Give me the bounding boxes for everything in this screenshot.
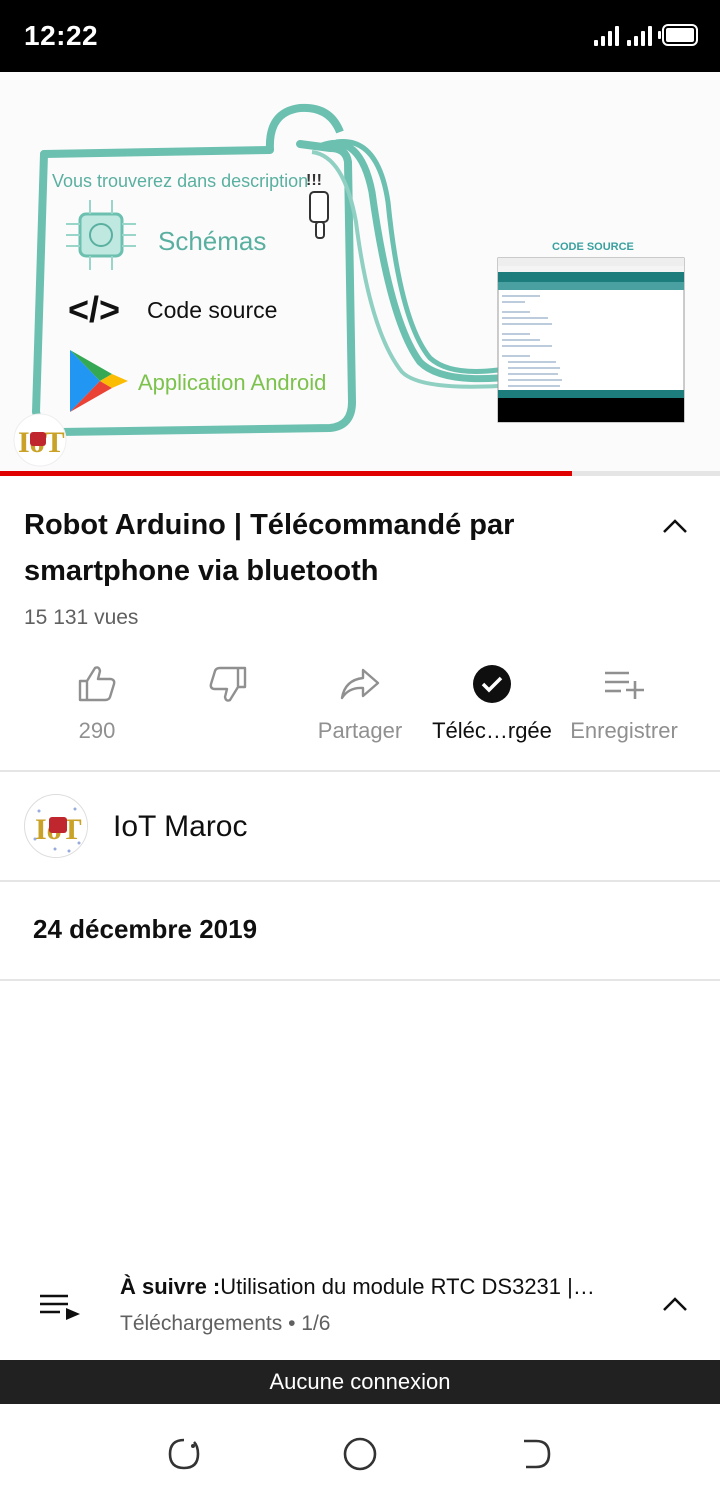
share-button[interactable]: Partager <box>294 656 426 744</box>
like-icon <box>78 666 116 702</box>
divider <box>0 979 720 981</box>
up-next-title: À suivre :Utilisation du module RTC DS32… <box>120 1274 620 1300</box>
status-bar: 12:22 <box>0 0 720 72</box>
channel-name: IoT Maroc <box>113 810 248 843</box>
up-next-playlist: Téléchargements • 1/6 <box>120 1312 331 1335</box>
thumb-item-code: Code source <box>147 297 277 323</box>
download-done-icon <box>473 665 511 703</box>
thumb-item-android: Application Android <box>138 370 326 395</box>
share-icon <box>340 668 380 700</box>
no-connection-banner: Aucune connexion <box>0 1360 720 1404</box>
back-icon[interactable] <box>516 1434 556 1474</box>
thumb-exclaim: !!! <box>306 172 322 189</box>
download-label: Téléc…rgée <box>432 718 552 743</box>
signal-icon <box>594 24 619 46</box>
view-count: 15 131 vues <box>24 606 139 629</box>
channel-row[interactable]: IoT IoT Maroc <box>0 772 720 880</box>
video-player[interactable]: Vous trouverez dans description !!! Sché… <box>0 72 720 476</box>
thumb-item-schemas: Schémas <box>158 226 266 256</box>
iot-avatar-logo: IoT <box>26 796 87 857</box>
share-label: Partager <box>317 718 403 743</box>
video-progress-bar[interactable] <box>0 471 720 476</box>
video-title: Robot Arduino | Télécommandé par smartph… <box>24 509 515 587</box>
download-button[interactable]: Téléc…rgée <box>426 656 558 744</box>
iot-logo: IoT <box>13 413 67 467</box>
video-thumbnail: Vous trouverez dans description !!! Sché… <box>0 72 720 476</box>
divider <box>0 880 720 882</box>
video-progress-fill <box>0 471 573 476</box>
thumb-header: Vous trouverez dans description <box>52 171 308 191</box>
save-label: Enregistrer <box>570 718 678 743</box>
dislike-icon <box>209 666 247 702</box>
publish-date: 24 décembre 2019 <box>33 914 258 944</box>
action-row: 290 Partager Téléc…rgée Enregistrer <box>0 656 720 756</box>
signal-icon-2 <box>627 24 652 46</box>
status-time: 12:22 <box>24 20 99 51</box>
home-icon[interactable] <box>340 1434 380 1474</box>
save-playlist-icon <box>605 671 644 699</box>
queue-icon <box>40 1294 80 1320</box>
chevron-up-icon[interactable] <box>660 512 690 542</box>
up-next-video-title: Utilisation du module RTC DS3231 |… <box>220 1274 595 1299</box>
code-icon: </> <box>68 289 120 330</box>
status-icons <box>594 24 698 46</box>
like-button[interactable]: 290 <box>31 656 163 744</box>
code-screenshot <box>497 257 685 423</box>
recents-icon[interactable] <box>164 1434 204 1474</box>
like-count: 290 <box>78 718 116 743</box>
up-next-bar[interactable]: À suivre :Utilisation du module RTC DS32… <box>0 1256 720 1360</box>
chevron-up-icon[interactable] <box>660 1290 690 1320</box>
dislike-button[interactable] <box>162 656 294 712</box>
up-next-prefix: À suivre : <box>120 1274 221 1299</box>
save-button[interactable]: Enregistrer <box>558 656 690 744</box>
channel-avatar[interactable]: IoT <box>24 794 88 858</box>
video-title-area[interactable]: Robot Arduino | Télécommandé par smartph… <box>24 502 624 594</box>
thumb-code-label: CODE SOURCE <box>552 241 634 253</box>
battery-icon <box>658 24 698 46</box>
system-nav-bar <box>0 1404 720 1500</box>
